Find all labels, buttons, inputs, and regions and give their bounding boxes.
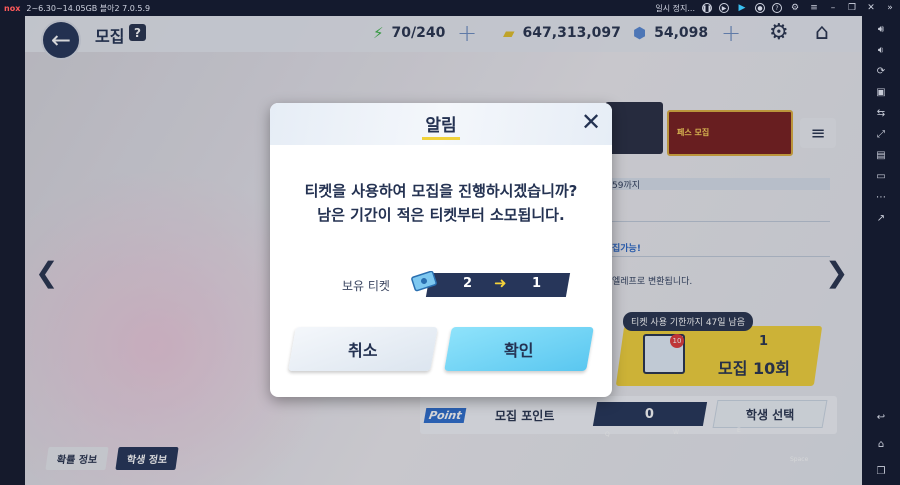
help-icon[interactable]: ? xyxy=(772,3,782,13)
message-line-2: 남은 기간이 적은 티켓부터 소모됩니다. xyxy=(317,206,565,224)
arrow-right-icon: ➜ xyxy=(494,274,507,292)
volume-up-icon[interactable]: 🔊︎ xyxy=(873,21,889,37)
external-icon[interactable]: ↗ xyxy=(873,210,889,226)
volume-down-icon[interactable]: 🔉︎ xyxy=(873,42,889,58)
play-store-icon[interactable]: ▶ xyxy=(736,3,748,13)
rotate-icon[interactable]: ⟳ xyxy=(873,63,889,79)
settings-icon[interactable]: ⚙ xyxy=(789,3,801,13)
maximize-icon[interactable]: ❐ xyxy=(846,3,858,13)
android-back-icon[interactable]: ↩ xyxy=(873,409,889,425)
play-icon[interactable]: ▶ xyxy=(719,3,729,13)
record-icon[interactable]: ▤ xyxy=(873,147,889,163)
fullscreen-icon[interactable]: ⤢ xyxy=(873,126,889,142)
ticket-count-before: 2 xyxy=(463,276,473,291)
game-screen: ← 모집 ? ⚡ 70/240 + ▰ 647,313,097 ⬢ 54,098… xyxy=(25,16,862,485)
more-icon[interactable]: ⋯ xyxy=(873,189,889,205)
collapse-sidebar-icon[interactable]: » xyxy=(884,3,896,13)
dialog-message: 티켓을 사용하여 모집을 진행하시겠습니까? 남은 기간이 적은 티켓부터 소모… xyxy=(270,179,612,227)
pause-status: 일시 정지... xyxy=(655,3,695,13)
close-dialog-button[interactable]: ✕ xyxy=(576,107,606,137)
confirm-label: 확인 xyxy=(504,341,534,360)
nox-logo: nox xyxy=(4,3,21,13)
dialog-title: 알림 xyxy=(425,116,457,136)
sync-icon[interactable]: ⇆ xyxy=(873,105,889,121)
menu-icon[interactable]: ≡ xyxy=(808,3,820,13)
pause-icon[interactable]: ❚❚ xyxy=(702,3,712,13)
title-underline xyxy=(422,137,460,140)
emulator-titlebar: nox 2~6.30~14.05GB 블아2 7.0.5.9 일시 정지... … xyxy=(0,0,900,16)
ticket-icon xyxy=(411,271,437,292)
close-window-icon[interactable]: ✕ xyxy=(865,3,877,13)
cancel-button[interactable]: 취소 xyxy=(288,327,438,371)
screenshot-icon[interactable]: ▣ xyxy=(873,84,889,100)
emulator-title: 2~6.30~14.05GB 블아2 7.0.5.9 xyxy=(26,3,151,13)
cancel-label: 취소 xyxy=(348,341,378,360)
owned-ticket-label: 보유 티켓 xyxy=(342,279,390,293)
titlebar-controls: 일시 정지... ❚❚ ▶ ▶ ● ? ⚙ ≡ – ❐ ✕ » xyxy=(655,0,896,16)
close-icon: ✕ xyxy=(580,108,602,136)
emulator-sidebar: 🔊︎ 🔉︎ ⟳ ▣ ⇆ ⤢ ▤ ▭ ⋯ ↗ ↩ ⌂ ❐ xyxy=(862,16,900,485)
sidebar-nav: ↩ ⌂ ❐ xyxy=(873,404,889,479)
minimize-icon[interactable]: – xyxy=(827,3,839,13)
android-home-icon[interactable]: ⌂ xyxy=(873,436,889,452)
user-icon[interactable]: ● xyxy=(755,3,765,13)
android-recents-icon[interactable]: ❐ xyxy=(873,463,889,479)
ticket-count-after: 1 xyxy=(532,276,542,291)
notice-dialog: 알림 ✕ 티켓을 사용하여 모집을 진행하시겠습니까? 남은 기간이 적은 티켓… xyxy=(270,103,612,397)
multi-window-icon[interactable]: ▭ xyxy=(873,168,889,184)
message-line-1: 티켓을 사용하여 모집을 진행하시겠습니까? xyxy=(304,182,578,200)
confirm-button[interactable]: 확인 xyxy=(444,327,594,371)
